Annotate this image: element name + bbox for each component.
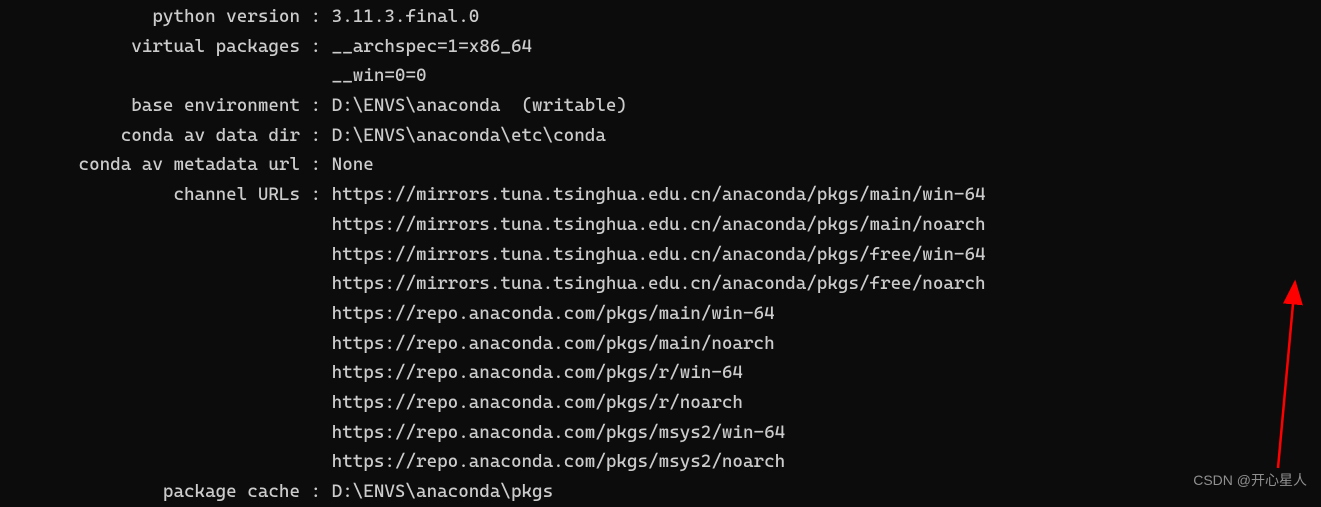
separator: : <box>300 150 332 180</box>
separator: : <box>300 121 332 151</box>
terminal-line: https://repo.anaconda.com/pkgs/main/win-… <box>0 299 1321 329</box>
terminal-line: package cache : D:\ENVS\anaconda\pkgs <box>0 477 1321 507</box>
separator <box>300 269 332 299</box>
separator <box>300 418 332 448</box>
separator <box>300 61 332 91</box>
separator <box>300 210 332 240</box>
info-value: https://mirrors.tuna.tsinghua.edu.cn/ana… <box>332 180 986 210</box>
terminal-line: base environment : D:\ENVS\anaconda (wri… <box>0 91 1321 121</box>
separator <box>300 240 332 270</box>
terminal-line: python version : 3.11.3.final.0 <box>0 2 1321 32</box>
terminal-line: https://repo.anaconda.com/pkgs/main/noar… <box>0 329 1321 359</box>
separator <box>300 299 332 329</box>
terminal-line: https://repo.anaconda.com/pkgs/msys2/noa… <box>0 447 1321 477</box>
terminal-line: https://repo.anaconda.com/pkgs/r/win-64 <box>0 358 1321 388</box>
terminal-line: virtual packages : __archspec=1=x86_64 <box>0 32 1321 62</box>
separator <box>300 447 332 477</box>
terminal-line: https://mirrors.tuna.tsinghua.edu.cn/ana… <box>0 269 1321 299</box>
terminal-output: python version : 3.11.3.final.0virtual p… <box>0 2 1321 507</box>
separator <box>300 358 332 388</box>
info-value: D:\ENVS\anaconda (writable) <box>332 91 627 121</box>
terminal-line: https://mirrors.tuna.tsinghua.edu.cn/ana… <box>0 240 1321 270</box>
info-value: https://repo.anaconda.com/pkgs/r/win-64 <box>332 358 743 388</box>
separator: : <box>300 91 332 121</box>
info-label: virtual packages <box>0 32 300 62</box>
info-value: https://repo.anaconda.com/pkgs/msys2/win… <box>332 418 786 448</box>
info-value: D:\ENVS\anaconda\etc\conda <box>332 121 606 151</box>
separator <box>300 329 332 359</box>
info-label: channel URLs <box>0 180 300 210</box>
info-value: https://mirrors.tuna.tsinghua.edu.cn/ana… <box>332 210 986 240</box>
terminal-line: https://repo.anaconda.com/pkgs/r/noarch <box>0 388 1321 418</box>
info-label: conda av data dir <box>0 121 300 151</box>
watermark-text: CSDN @开心星人 <box>1193 469 1307 492</box>
terminal-line: https://repo.anaconda.com/pkgs/msys2/win… <box>0 418 1321 448</box>
info-value: 3.11.3.final.0 <box>332 2 480 32</box>
separator: : <box>300 32 332 62</box>
separator: : <box>300 477 332 507</box>
terminal-line: channel URLs : https://mirrors.tuna.tsin… <box>0 180 1321 210</box>
terminal-line: conda av metadata url : None <box>0 150 1321 180</box>
separator <box>300 388 332 418</box>
info-value: __archspec=1=x86_64 <box>332 32 532 62</box>
info-label: conda av metadata url <box>0 150 300 180</box>
info-label: base environment <box>0 91 300 121</box>
info-label: package cache <box>0 477 300 507</box>
separator: : <box>300 180 332 210</box>
info-value: https://repo.anaconda.com/pkgs/main/noar… <box>332 329 775 359</box>
info-value: None <box>332 150 374 180</box>
terminal-line: __win=0=0 <box>0 61 1321 91</box>
info-label: python version <box>0 2 300 32</box>
terminal-line: conda av data dir : D:\ENVS\anaconda\etc… <box>0 121 1321 151</box>
separator: : <box>300 2 332 32</box>
info-value: https://repo.anaconda.com/pkgs/msys2/noa… <box>332 447 786 477</box>
info-value: https://mirrors.tuna.tsinghua.edu.cn/ana… <box>332 240 986 270</box>
info-value: __win=0=0 <box>332 61 427 91</box>
info-value: https://mirrors.tuna.tsinghua.edu.cn/ana… <box>332 269 986 299</box>
terminal-line: https://mirrors.tuna.tsinghua.edu.cn/ana… <box>0 210 1321 240</box>
info-value: https://repo.anaconda.com/pkgs/main/win-… <box>332 299 775 329</box>
info-value: D:\ENVS\anaconda\pkgs <box>332 477 553 507</box>
info-value: https://repo.anaconda.com/pkgs/r/noarch <box>332 388 743 418</box>
